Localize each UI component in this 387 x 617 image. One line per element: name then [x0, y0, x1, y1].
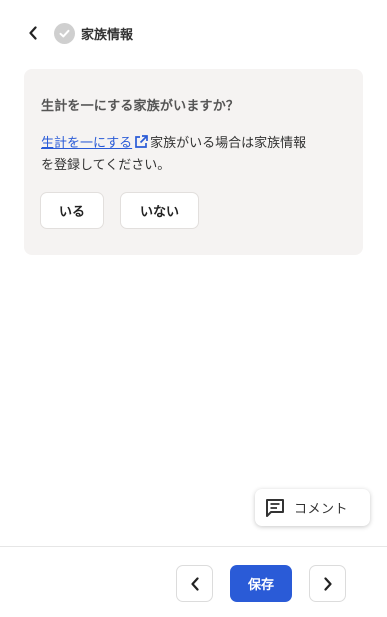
check-circle-icon: [54, 22, 75, 44]
save-button[interactable]: 保存: [230, 565, 292, 602]
family-question-card: 生計を一にする家族がいますか？ 生計を一にする 家族がいる場合は家族情報 を登録…: [24, 69, 363, 255]
next-button[interactable]: [309, 565, 346, 602]
page-title: 家族情報: [81, 27, 134, 43]
comment-label: コメント: [294, 502, 349, 517]
chevron-left-icon: [29, 26, 37, 40]
no-button[interactable]: いない: [120, 192, 199, 229]
footer-bar: 保存: [0, 546, 387, 617]
description-text-2: を登録してください。: [41, 158, 171, 173]
description: 生計を一にする 家族がいる場合は家族情報 を登録してください。: [41, 133, 351, 177]
yes-button[interactable]: いる: [40, 192, 104, 229]
comment-button[interactable]: コメント: [255, 489, 370, 526]
description-text-1: 家族がいる場合は家族情報: [150, 136, 307, 151]
prev-button[interactable]: [176, 565, 213, 602]
question-text: 生計を一にする家族がいますか？: [41, 99, 240, 114]
external-link-icon[interactable]: [133, 134, 149, 150]
household-link[interactable]: 生計を一にする: [41, 136, 132, 151]
chevron-left-icon: [190, 576, 199, 591]
page: 家族情報 生計を一にする家族がいますか？ 生計を一にする 家族がいる場合は家族情…: [0, 0, 387, 617]
back-button[interactable]: [22, 20, 44, 46]
comment-icon: [266, 498, 284, 517]
header: 家族情報: [22, 20, 133, 46]
chevron-right-icon: [323, 576, 332, 591]
